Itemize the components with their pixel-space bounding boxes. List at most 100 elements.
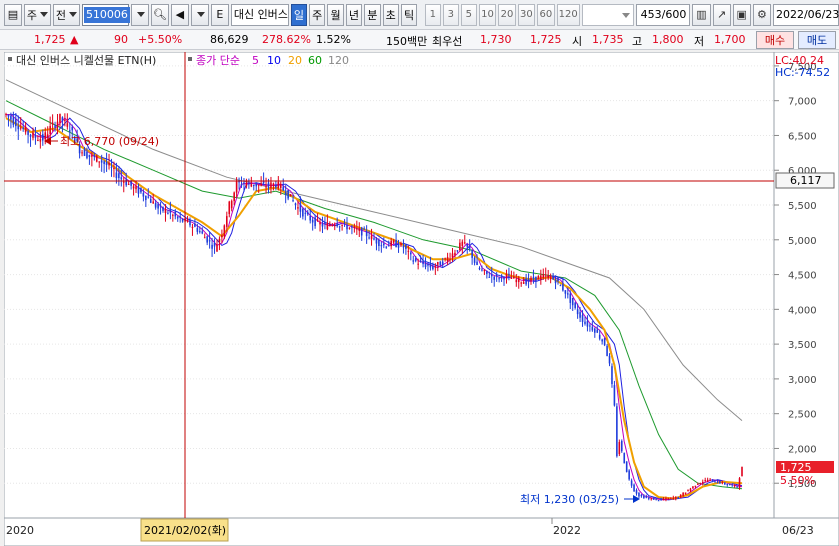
candle-body — [674, 496, 677, 499]
candle-body — [471, 250, 473, 258]
candle-body — [468, 246, 471, 249]
candle-body — [579, 312, 581, 318]
interval-1[interactable]: 1 — [424, 3, 441, 26]
candle-body — [363, 228, 365, 230]
candle-body — [10, 115, 12, 120]
candle-body — [520, 282, 522, 284]
candle-body — [216, 244, 218, 252]
interval-5[interactable]: 5 — [460, 3, 477, 26]
buy-button[interactable]: 매수 — [756, 31, 794, 49]
interval-10[interactable]: 10 — [478, 3, 497, 26]
chart-canvas[interactable]: 7,5007,0006,5006,0005,5005,0004,5004,000… — [4, 52, 839, 546]
settings-gear-icon[interactable]: ⚙ — [752, 3, 771, 26]
up-arrow-icon: ▲ — [70, 33, 79, 46]
candle-body — [650, 498, 653, 500]
stock-code-input[interactable]: 510006 — [81, 3, 130, 26]
interval-20[interactable]: 20 — [498, 3, 516, 26]
candle-body — [132, 186, 135, 189]
candle-body — [439, 261, 442, 266]
candle-body — [91, 155, 93, 157]
candle-body — [620, 440, 623, 452]
candle-body — [449, 258, 451, 260]
scope-select[interactable]: 전 — [52, 3, 80, 26]
candle-body — [333, 224, 336, 226]
chart-menu-icon[interactable]: ▤ — [4, 3, 22, 26]
candle-body — [68, 130, 71, 132]
candle-body — [95, 155, 98, 162]
candle-body — [510, 277, 513, 279]
interval-30[interactable]: 30 — [517, 3, 536, 26]
candle-body — [360, 227, 363, 236]
candle-body — [503, 277, 505, 280]
save-icon[interactable]: ▣ — [732, 3, 751, 26]
y-tick-label: 2,500 — [788, 410, 817, 421]
candle-body — [331, 225, 334, 227]
interval-3[interactable]: 3 — [442, 3, 459, 26]
candle-body — [338, 226, 341, 228]
candle-body — [625, 461, 628, 472]
candle-body — [7, 115, 10, 117]
candle-body — [476, 261, 478, 266]
candle-body — [149, 198, 152, 203]
candle-body — [157, 204, 159, 209]
candle-body — [265, 186, 267, 188]
custom-interval-dropdown[interactable] — [581, 3, 634, 26]
candle-body — [373, 238, 375, 240]
period-minute[interactable]: 분 — [364, 3, 381, 26]
candle-body — [405, 244, 407, 249]
candle-body — [618, 441, 621, 455]
candle-body — [606, 345, 608, 356]
legend-ma-5: 5 — [252, 54, 259, 67]
data-count-box[interactable]: 453/600 — [635, 3, 691, 26]
candle-body — [402, 245, 405, 248]
candle-body — [434, 266, 437, 268]
code-dropdown[interactable] — [130, 3, 149, 26]
candle-body — [473, 257, 476, 263]
candle-body — [517, 277, 520, 283]
candle-body — [444, 258, 446, 260]
date-input[interactable]: 2022/06/23 — [772, 3, 839, 26]
period-tick[interactable]: 틱 — [400, 3, 418, 26]
cursor-date-label: 2021/02/02(화) — [144, 524, 226, 537]
candle-body — [741, 466, 743, 477]
price-chart[interactable]: 7,500 7,000 6,500 6,000 5,500 5,000 4,500 4,000… — [4, 52, 839, 546]
candle-body — [176, 216, 179, 219]
period-day[interactable]: 일 — [290, 3, 308, 26]
period-second[interactable]: 초 — [382, 3, 399, 26]
candle-body — [410, 252, 412, 255]
high-price: 1,800 — [652, 33, 684, 46]
candle-body — [709, 479, 711, 481]
interval-120[interactable]: 120 — [556, 3, 580, 26]
candle-body — [169, 208, 172, 213]
speaker-dropdown[interactable] — [190, 3, 209, 26]
candle-body — [441, 261, 444, 266]
x-label-2020: 2020 — [6, 524, 34, 537]
market-select[interactable]: 주 — [24, 3, 51, 26]
candle-body — [603, 338, 606, 346]
sell-button[interactable]: 매도 — [798, 31, 836, 49]
candle-body — [174, 212, 177, 217]
candle-body — [186, 219, 189, 222]
candle-body — [252, 184, 255, 187]
candle-body — [336, 223, 338, 227]
period-year[interactable]: 년 — [345, 3, 363, 26]
candle-body — [304, 212, 307, 214]
candle-body — [289, 194, 292, 197]
speaker-icon[interactable]: ◀ — [170, 3, 189, 26]
candle-body — [733, 485, 736, 487]
interval-60[interactable]: 60 — [537, 3, 555, 26]
candle-type-icon[interactable]: ▥ — [692, 3, 711, 26]
candle-body — [167, 212, 169, 214]
candle-body — [147, 196, 150, 198]
candle-body — [429, 263, 432, 268]
period-week[interactable]: 주 — [309, 3, 326, 26]
quote-bar: 1,725 ▲ 90 +5.50% 86,629 278.62% 1.52% 1… — [0, 30, 839, 50]
candle-body — [29, 134, 32, 137]
indicator-icon[interactable]: ↗ — [712, 3, 731, 26]
candle-body — [370, 235, 373, 239]
candle-body — [61, 117, 64, 122]
period-month[interactable]: 월 — [327, 3, 344, 26]
candle-body — [226, 216, 228, 227]
search-icon[interactable]: 🔍︎ — [150, 3, 169, 26]
candle-body — [353, 226, 356, 228]
